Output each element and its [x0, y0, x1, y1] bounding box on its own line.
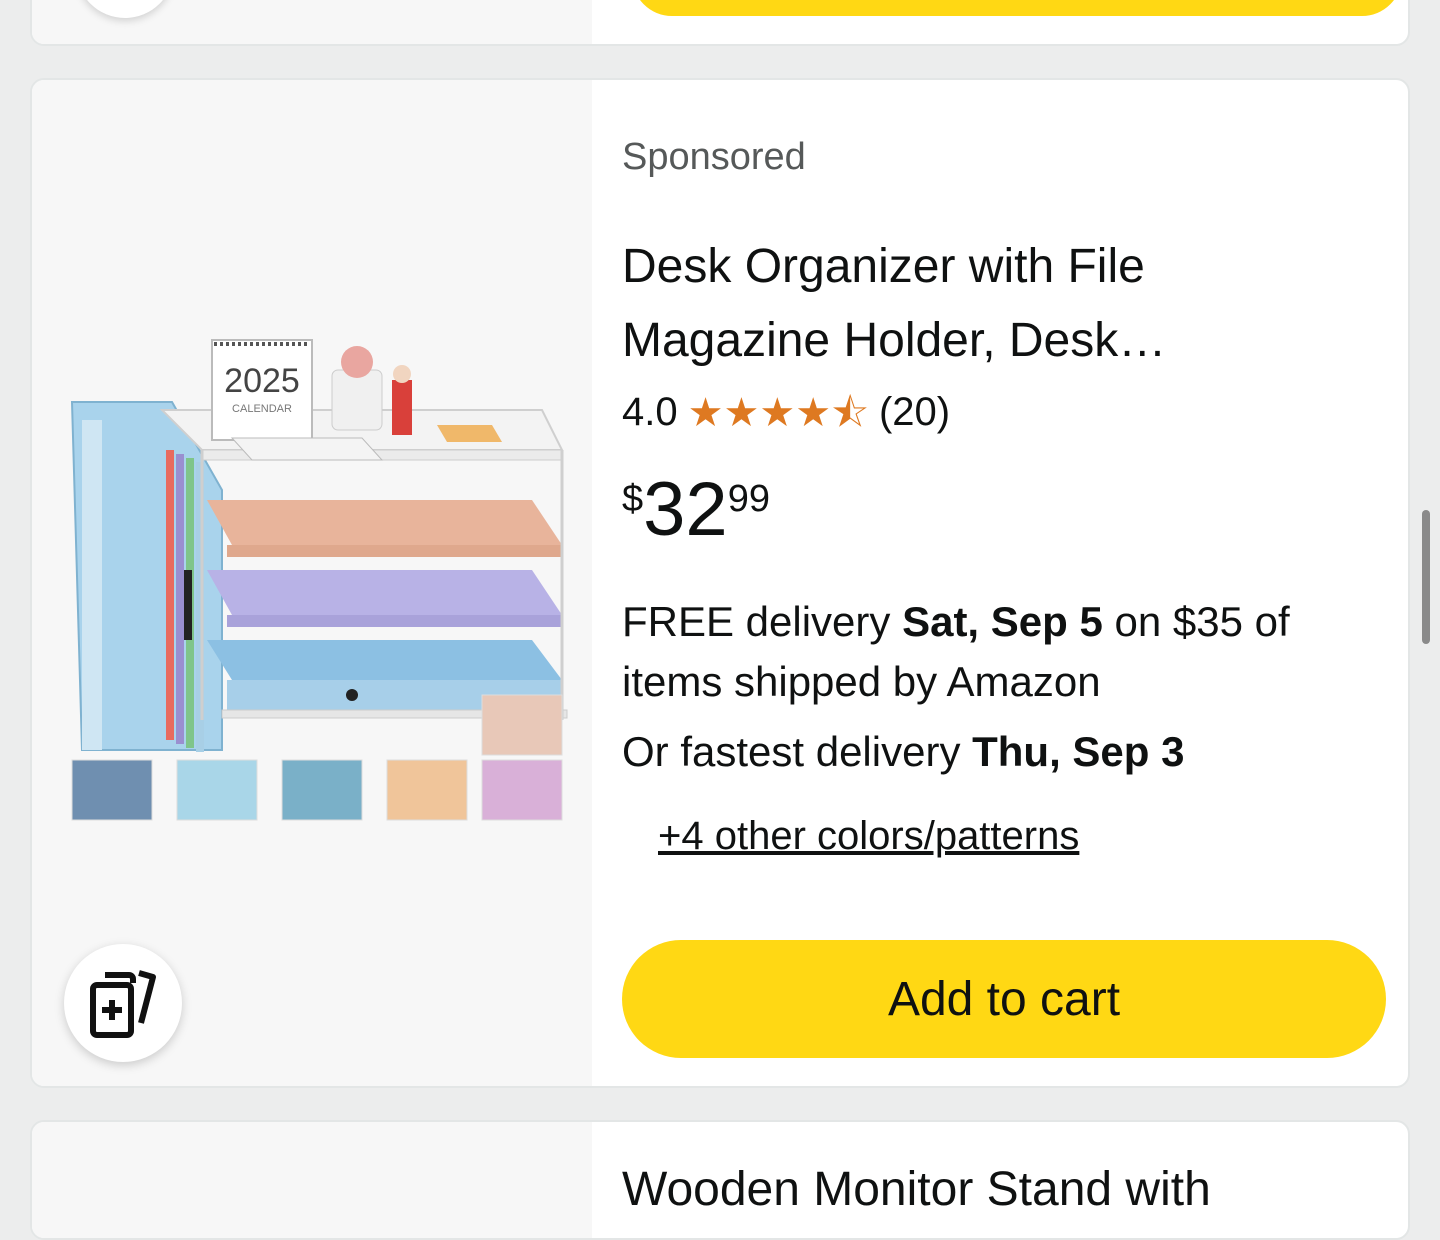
next-product-image-area[interactable]	[32, 1122, 592, 1238]
rating-value: 4.0	[622, 390, 678, 434]
delivery-info: FREE delivery Sat, Sep 5 on $35 of items…	[622, 592, 1362, 712]
star-full-icon: ★	[759, 390, 796, 435]
price-symbol: $	[622, 478, 644, 520]
product-title-line-2[interactable]: Magazine Holder, Desk…	[622, 304, 1362, 378]
fastest-prefix: Or fastest delivery	[622, 728, 973, 775]
rating-row[interactable]: 4.0 ★ ★ ★ ★ ⯪ (20)	[622, 390, 950, 435]
product-title-line-1[interactable]: Desk Organizer with File	[622, 230, 1362, 304]
compare-cards-icon	[90, 970, 156, 1038]
next-product-title[interactable]: Wooden Monitor Stand with	[622, 1162, 1211, 1217]
next-product-card[interactable]: Wooden Monitor Stand with	[30, 1120, 1410, 1240]
next-product-info: Wooden Monitor Stand with	[592, 1122, 1408, 1238]
price-whole: 32	[643, 467, 728, 552]
star-half-icon: ⯪	[831, 390, 869, 435]
previous-add-to-cart-button[interactable]	[632, 0, 1402, 16]
delivery-date: Sat, Sep 5	[902, 598, 1103, 645]
review-count[interactable]: (20)	[879, 390, 950, 435]
product-title[interactable]: Desk Organizer with File Magazine Holder…	[622, 230, 1362, 378]
price-fraction: 99	[727, 478, 770, 520]
star-full-icon: ★	[795, 390, 832, 435]
price: $ 32 99	[622, 472, 770, 548]
calendar-year-text: 2025	[224, 362, 300, 400]
scrollbar[interactable]	[1422, 510, 1430, 644]
star-full-icon: ★	[723, 390, 760, 435]
product-info: Sponsored Desk Organizer with File Magaz…	[592, 80, 1408, 1086]
star-full-icon: ★	[687, 390, 724, 435]
previous-product-card	[30, 0, 1410, 46]
star-rating: ★ ★ ★ ★ ⯪	[688, 393, 869, 433]
add-to-cart-button[interactable]: Add to cart	[622, 940, 1386, 1058]
calendar-word-text: CALENDAR	[232, 403, 292, 415]
fastest-date: Thu, Sep 3	[972, 728, 1185, 775]
sponsored-label: Sponsored	[622, 136, 806, 178]
fastest-delivery-info: Or fastest delivery Thu, Sep 3	[622, 728, 1184, 776]
product-card[interactable]: 2025 CALENDAR Sponsored Desk Organizer w…	[30, 78, 1410, 1088]
product-image[interactable]: 2025 CALENDAR	[62, 330, 572, 850]
delivery-prefix: FREE delivery	[622, 598, 903, 645]
add-to-compare-button[interactable]	[64, 944, 182, 1062]
product-image-area[interactable]: 2025 CALENDAR	[32, 80, 592, 1086]
other-colors-link[interactable]: +4 other colors/patterns	[658, 814, 1079, 859]
